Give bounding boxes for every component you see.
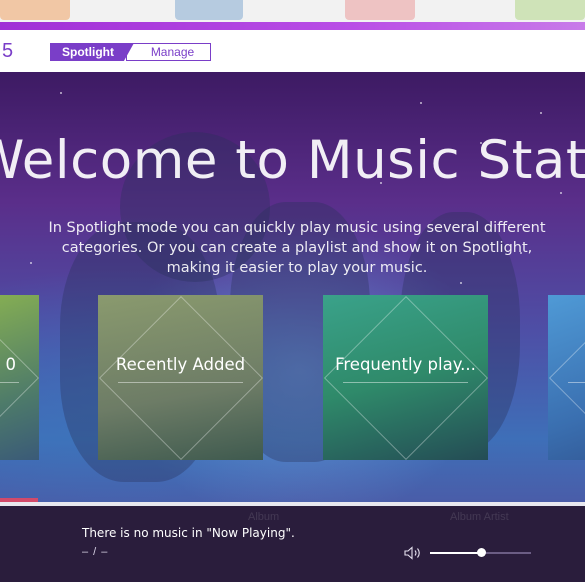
category-card[interactable] [548,295,585,460]
card-label: Frequently play... [335,355,476,374]
thumbnail [515,0,585,20]
star [560,192,562,194]
card-underline [118,382,243,383]
card-recently-added[interactable]: Recently Added [98,295,263,460]
thumbnail [0,0,70,20]
star [420,102,422,104]
speaker-icon[interactable] [404,546,424,560]
diamond-decoration [548,295,585,460]
card-underline [343,382,468,383]
star [30,262,32,264]
column-header-album: Album [248,511,280,523]
spotlight-hero: Welcome to Music Station In Spotlight mo… [0,72,585,504]
volume-fill [430,552,481,554]
card-underline [0,382,19,383]
top-thumbnail-strip [0,0,585,22]
star [460,282,462,284]
diamond-decoration [0,295,39,460]
card-label: Recently Added [115,355,246,374]
hero-description: In Spotlight mode you can quickly play m… [42,218,552,278]
player-bar: Album Album Artist There is no music in … [0,506,585,582]
header: 5 Spotlight Manage [0,30,585,72]
hero-title: Welcome to Music Station [0,130,585,191]
tab-spotlight[interactable]: Spotlight [50,43,134,61]
playback-time: – / – [82,546,109,558]
volume-knob[interactable] [476,548,486,557]
card-frequently-played[interactable]: Frequently play... [323,295,488,460]
tab-manage[interactable]: Manage [126,43,211,61]
title-accent-bar [0,22,585,30]
card-underline [568,382,585,383]
description-line: In Spotlight mode you can quickly play m… [48,220,546,236]
header-number: 5 [2,40,14,62]
category-card[interactable]: 0 [0,295,39,460]
diamond-decoration [98,295,263,460]
column-header-album-artist: Album Artist [450,511,509,523]
diamond-decoration [323,295,488,460]
mode-tabs: Spotlight Manage [50,43,211,61]
now-playing-status: There is no music in "Now Playing". [82,526,295,540]
card-label: 0 [5,355,17,374]
volume-slider[interactable] [430,548,531,557]
thumbnail [345,0,415,20]
thumbnail [175,0,243,20]
star [60,92,62,94]
description-line: making it easier to play your music. [166,260,428,276]
star [540,112,542,114]
description-line: categories. Or you can create a playlist… [61,240,533,256]
